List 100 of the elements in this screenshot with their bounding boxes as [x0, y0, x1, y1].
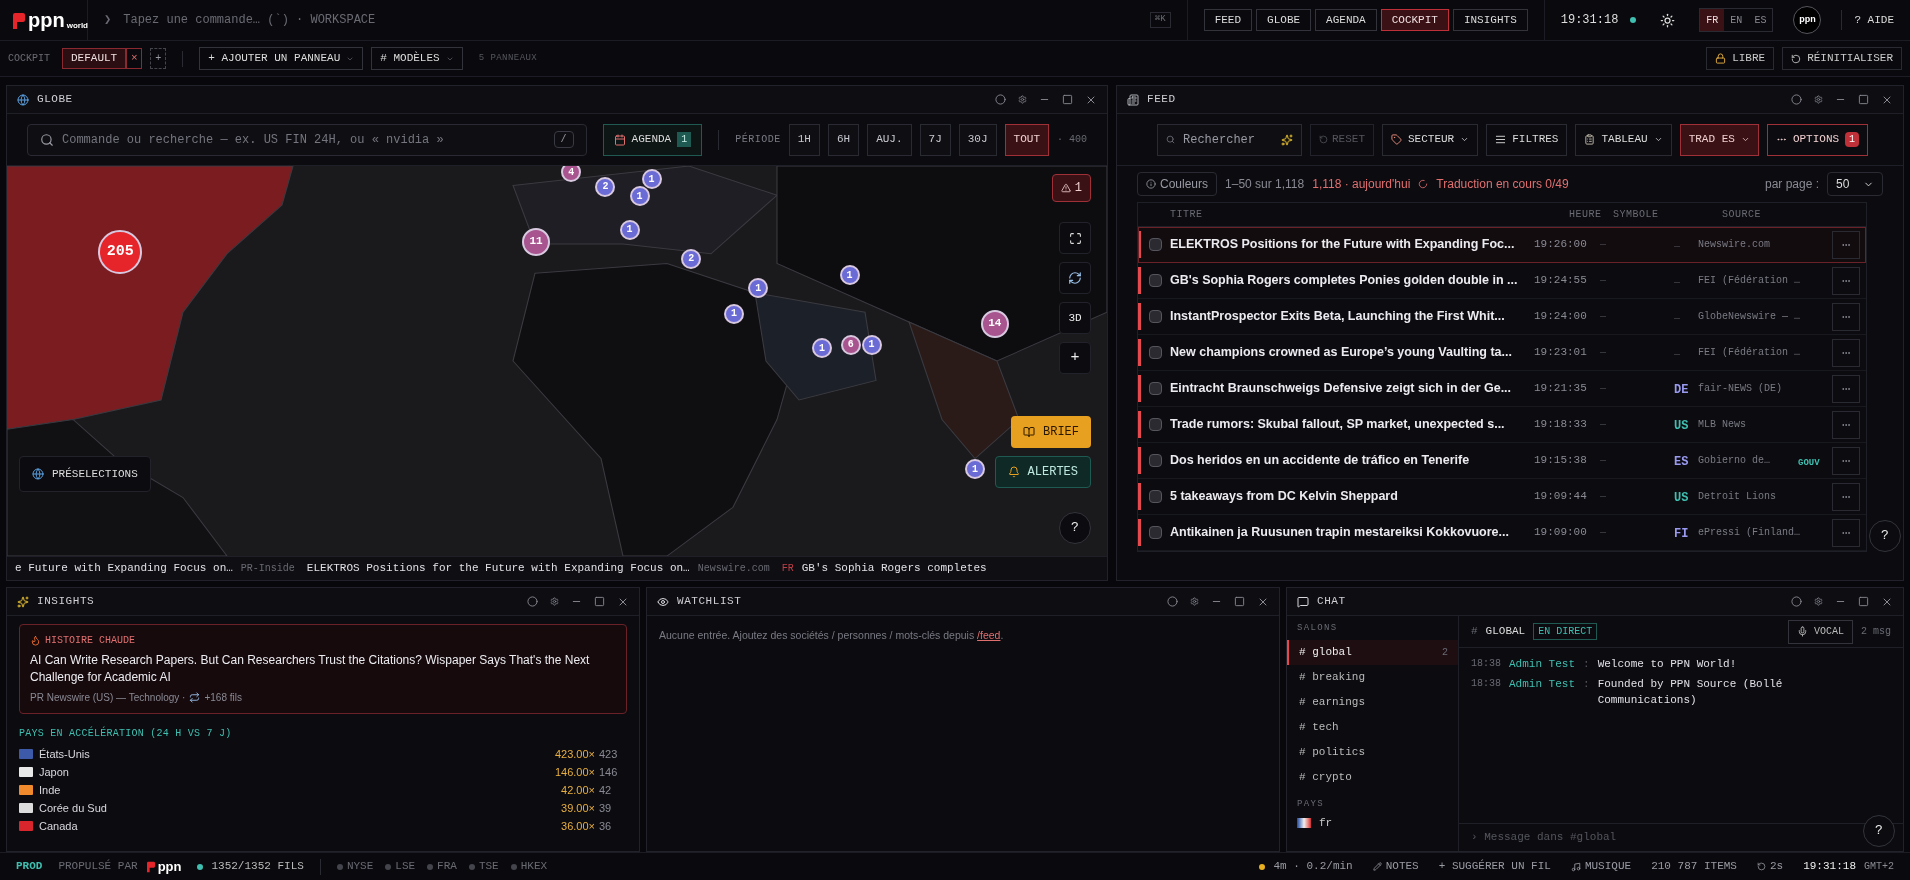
pin-icon[interactable]	[1791, 596, 1802, 607]
per-page-select[interactable]: 50	[1827, 172, 1883, 196]
colors-button[interactable]: Couleurs	[1137, 172, 1218, 196]
chat-room-item[interactable]: # breaking	[1287, 664, 1458, 690]
headline-text[interactable]: New champions crowned as Europe’s young Vaulting ta...	[1170, 343, 1534, 362]
headline-text[interactable]: Antikainen ja Ruusunen trapin mestareiksi Kokkovuore...	[1170, 523, 1534, 542]
feed-row[interactable]: 5 takeaways from DC Kelvin Sheppard 19:09:44 — US Detroit Lions	[1138, 479, 1866, 515]
language-option[interactable]: ES	[1748, 9, 1773, 31]
reset-layout-button[interactable]: RÉINITIALISER	[1782, 47, 1902, 70]
theme-toggle-icon[interactable]	[1660, 12, 1676, 28]
feed-row[interactable]: Trade rumors: Skubal fallout, SP market, unexpected s... 19:18:33 — US MLB News	[1138, 407, 1866, 443]
alerts-button[interactable]: ALERTES	[994, 456, 1091, 488]
nav-tab[interactable]: INSIGHTS	[1452, 9, 1528, 31]
pin-icon[interactable]	[995, 94, 1006, 105]
add-panel-button[interactable]: + AJOUTER UN PANNEAU	[199, 47, 364, 70]
music-button[interactable]: MUSIQUE	[1570, 858, 1632, 875]
maximize-icon[interactable]	[1858, 596, 1869, 607]
nav-tab[interactable]: AGENDA	[1315, 9, 1377, 31]
cluster-marker[interactable]: 1	[748, 278, 769, 299]
headline-text[interactable]: GB's Sophia Rogers completes Ponies golden double in ...	[1170, 271, 1534, 290]
hot-story-card[interactable]: HISTOIRE CHAUDE AI Can Write Research Papers. But Can Researchers Trust the Citations? Wispaper Says That's the Next Challenge for Academic AI PR Newswire (US) — Technology · +168 fils	[19, 624, 627, 714]
language-option[interactable]: EN	[1724, 9, 1749, 31]
templates-button[interactable]: # MODÈLES	[371, 47, 463, 70]
message-input-field[interactable]: › Message dans #global	[1471, 829, 1731, 846]
chat-room-item[interactable]: # tech	[1287, 714, 1458, 740]
maximize-icon[interactable]	[1858, 94, 1869, 105]
settings-icon[interactable]	[1814, 95, 1823, 104]
sector-button[interactable]: SECTEUR	[1382, 123, 1479, 156]
avatar[interactable]: ppn	[1793, 6, 1822, 34]
alert-count-button[interactable]: 1	[1051, 174, 1091, 202]
nav-tab[interactable]: COCKPIT	[1380, 9, 1449, 31]
feed-row[interactable]: InstantProspector Exits Beta, Launching the First Whit... 19:24:00 — — GlobeNewswire — …	[1138, 299, 1866, 335]
voice-button[interactable]: VOCAL	[1787, 619, 1853, 644]
cluster-marker[interactable]: 4	[561, 166, 582, 183]
refresh-button[interactable]	[1059, 262, 1091, 294]
fullscreen-button[interactable]	[1059, 222, 1091, 254]
filters-button[interactable]: FILTRES	[1486, 123, 1568, 156]
period-button[interactable]: 30J	[958, 123, 997, 156]
translate-button[interactable]: TRAD ES	[1679, 123, 1759, 156]
cluster-marker[interactable]: 1	[965, 459, 985, 479]
row-checkbox[interactable]	[1149, 382, 1162, 395]
nav-tab[interactable]: GLOBE	[1256, 9, 1312, 31]
message-author[interactable]: Admin Test	[1509, 676, 1576, 692]
table-view-button[interactable]: TABLEAU	[1575, 123, 1672, 156]
chat-room-item[interactable]: # earnings	[1287, 689, 1458, 715]
options-button[interactable]: OPTIONS 1	[1766, 123, 1869, 156]
row-checkbox[interactable]	[1149, 454, 1162, 467]
feed-row[interactable]: ELEKTROS Positions for the Future with Expanding Foc... 19:26:00 — — Newswire.com	[1138, 227, 1866, 263]
lock-button[interactable]: LIBRE	[1706, 47, 1775, 70]
map-view[interactable]: 205 4 2 1 1 11 1 2 1 1 1 1 6 1 14 1 1 3D + PRÉSELECTIONS BRIEF ALERTES ?	[7, 166, 1107, 556]
period-button[interactable]: 1H	[788, 123, 820, 156]
ticker-headline[interactable]: GB's Sophia Rogers completes	[801, 560, 987, 577]
message-author[interactable]: Admin Test	[1509, 656, 1576, 672]
period-button[interactable]: TOUT	[1004, 123, 1049, 156]
settings-icon[interactable]	[1190, 597, 1199, 606]
add-tab-button[interactable]: +	[150, 48, 167, 69]
nav-tab[interactable]: FEED	[1203, 9, 1253, 31]
ticker-headline[interactable]: e Future with Expanding Focus on…	[15, 560, 233, 577]
settings-icon[interactable]	[1018, 95, 1027, 104]
close-tab-button[interactable]: ×	[126, 48, 143, 69]
search-field[interactable]: Rechercher	[1183, 130, 1273, 149]
chat-room-item[interactable]: # global 2	[1287, 639, 1458, 665]
period-button[interactable]: 7J	[919, 123, 951, 156]
headline-text[interactable]: 5 takeaways from DC Kelvin Sheppard	[1170, 487, 1534, 506]
headline-text[interactable]: InstantProspector Exits Beta, Launching the First Whit...	[1170, 307, 1534, 326]
row-checkbox[interactable]	[1149, 310, 1162, 323]
row-checkbox[interactable]	[1149, 418, 1162, 431]
maximize-icon[interactable]	[1234, 596, 1245, 607]
row-checkbox[interactable]	[1149, 346, 1162, 359]
notes-button[interactable]: NOTES	[1372, 858, 1419, 875]
feed-row[interactable]: Antikainen ja Ruusunen trapin mestareiksi Kokkovuore... 19:09:00 — FI ePressi (Finland…	[1138, 515, 1866, 551]
zoom-in-button[interactable]: +	[1059, 342, 1091, 374]
maximize-icon[interactable]	[1062, 94, 1073, 105]
help-button[interactable]: ?	[1863, 815, 1895, 847]
pin-icon[interactable]	[1167, 596, 1178, 607]
headline-text[interactable]: ELEKTROS Positions for the Future with Expanding Foc...	[1170, 235, 1534, 254]
help-button[interactable]: ?	[1059, 512, 1091, 544]
chat-room-item[interactable]: # politics	[1287, 739, 1458, 765]
sparkles-icon[interactable]	[1281, 133, 1293, 146]
country-room-item[interactable]: fr	[1319, 814, 1333, 832]
brief-button[interactable]: BRIEF	[1011, 416, 1091, 448]
suggest-feed-button[interactable]: + SUGGÉRER UN FIL	[1438, 858, 1551, 875]
row-checkbox[interactable]	[1149, 274, 1162, 287]
ticker-headline[interactable]: ELEKTROS Positions for the Future with Expanding Focus on…	[306, 560, 690, 577]
workspace-tab[interactable]: DEFAULT	[62, 48, 127, 69]
presets-button[interactable]: PRÉSELECTIONS	[19, 456, 151, 492]
feed-row[interactable]: Eintracht Braunschweigs Defensive zeigt sich in der Ge... 19:21:35 — DE fair-NEWS (DE)	[1138, 371, 1866, 407]
cluster-marker[interactable]: 11	[522, 227, 551, 256]
search-field[interactable]: Commande ou recherche — ex. US FIN 24H, ou « nvidia »	[62, 130, 546, 149]
row-checkbox[interactable]	[1149, 238, 1162, 251]
search-bar[interactable]: Rechercher	[1157, 123, 1302, 156]
headline-text[interactable]: Dos heridos en un accidente de tráfico en Tenerife	[1170, 451, 1534, 470]
headline-text[interactable]: Trade rumors: Skubal fallout, SP market, unexpected s...	[1170, 415, 1534, 434]
row-checkbox[interactable]	[1149, 526, 1162, 539]
help-button[interactable]: ?	[1869, 520, 1901, 552]
language-option[interactable]: FR	[1700, 9, 1725, 31]
agenda-button[interactable]: AGENDA 1	[602, 123, 703, 156]
search-bar[interactable]: Commande ou recherche — ex. US FIN 24H, ou « nvidia » /	[27, 123, 587, 156]
pin-icon[interactable]	[527, 596, 538, 607]
feed-row[interactable]: Dos heridos en un accidente de tráfico en Tenerife 19:15:38 — ES Gobierno de… GOUV	[1138, 443, 1866, 479]
